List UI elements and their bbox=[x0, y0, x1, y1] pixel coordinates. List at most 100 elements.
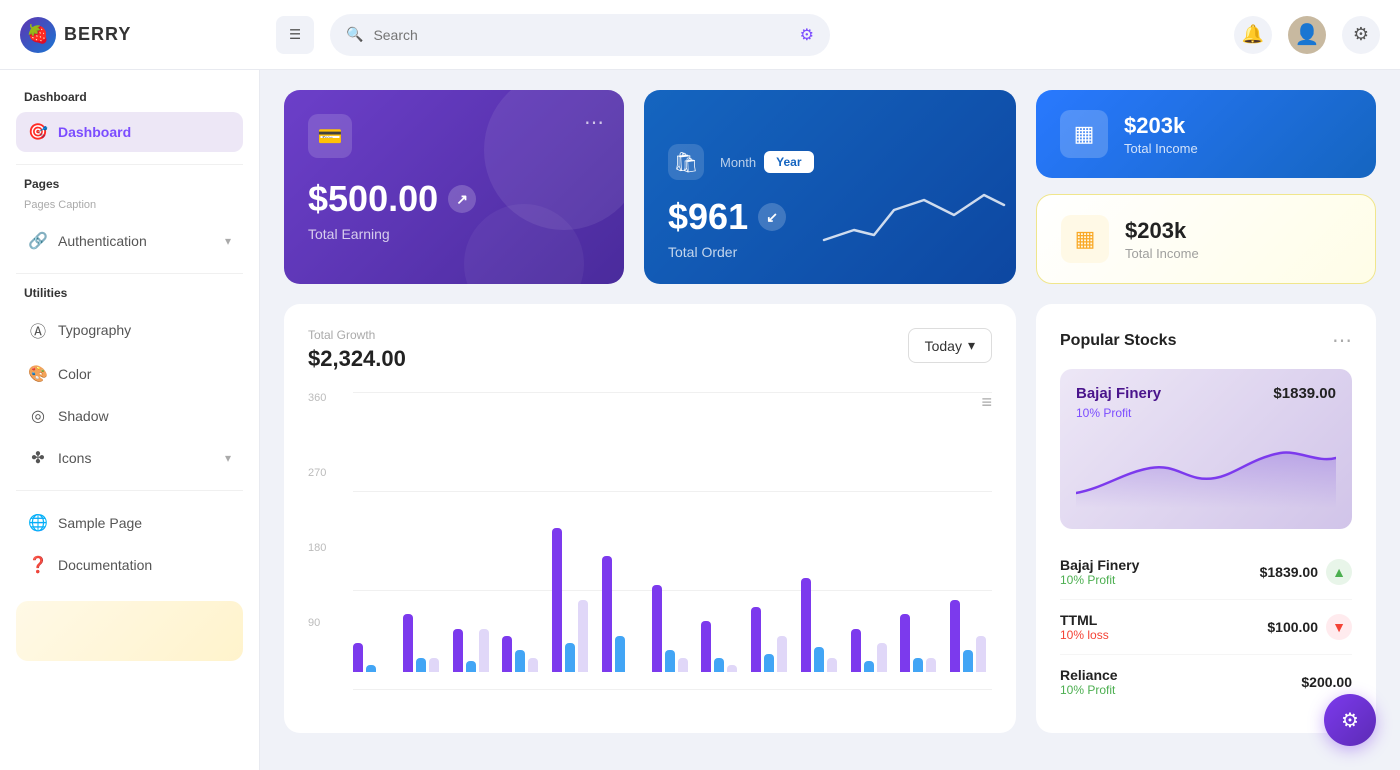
sidebar-divider-1 bbox=[16, 164, 243, 165]
sidebar-item-authentication[interactable]: 🔗 Authentication ▾ bbox=[16, 221, 243, 261]
bar-blue bbox=[714, 658, 724, 672]
bar-lavender bbox=[877, 643, 887, 672]
bar-group bbox=[552, 528, 594, 672]
down-arrow-icon: ↙ bbox=[758, 203, 786, 231]
income-yellow-label: Total Income bbox=[1125, 246, 1199, 261]
sidebar-divider-2 bbox=[16, 273, 243, 274]
chevron-down-icon: ▾ bbox=[225, 451, 231, 465]
shadow-icon: ◎ bbox=[28, 406, 48, 426]
bar-lavender bbox=[578, 600, 588, 672]
bar-lavender bbox=[827, 658, 837, 672]
sidebar-item-documentation[interactable]: ❓ Documentation bbox=[16, 545, 243, 585]
today-button[interactable]: Today ▾ bbox=[908, 328, 992, 363]
avatar[interactable]: 👤 bbox=[1288, 16, 1326, 54]
settings-button[interactable]: ⚙ bbox=[1342, 16, 1380, 54]
sidebar-item-color[interactable]: 🎨 Color bbox=[16, 354, 243, 394]
bar-blue bbox=[864, 661, 874, 672]
earning-amount: $500.00 ↗ bbox=[308, 178, 600, 220]
menu-icon: ☰ bbox=[289, 27, 301, 43]
income-yellow-amount: $203k bbox=[1125, 218, 1199, 244]
stock-list-item: Reliance 10% Profit $200.00 bbox=[1060, 655, 1352, 709]
bar-group bbox=[652, 585, 694, 672]
main-content: 💳 ⋯ $500.00 ↗ Total Earning 🛍 Month Year bbox=[260, 70, 1400, 770]
sidebar-pages-caption: Pages Caption bbox=[16, 199, 243, 211]
color-icon: 🎨 bbox=[28, 364, 48, 384]
search-input[interactable] bbox=[373, 27, 789, 43]
menu-button[interactable]: ☰ bbox=[276, 16, 314, 54]
year-tab-button[interactable]: Year bbox=[764, 151, 813, 173]
featured-stock-price: $1839.00 bbox=[1273, 385, 1336, 402]
earning-label: Total Earning bbox=[308, 226, 600, 242]
chevron-down-icon: ▾ bbox=[225, 234, 231, 248]
bar-group bbox=[851, 629, 893, 672]
bar-blue bbox=[565, 643, 575, 672]
order-wave-chart bbox=[814, 180, 1014, 260]
bar-group bbox=[801, 578, 843, 672]
bar-group bbox=[950, 600, 992, 672]
bar-lavender bbox=[777, 636, 787, 672]
dashboard-icon: 🎯 bbox=[28, 122, 48, 142]
fab-icon: ⚙ bbox=[1341, 708, 1359, 733]
sidebar-item-label: Sample Page bbox=[58, 515, 142, 531]
sidebar-divider-3 bbox=[16, 490, 243, 491]
sidebar-item-typography[interactable]: Ⓐ Typography bbox=[16, 308, 243, 352]
bar-lavender bbox=[678, 658, 688, 672]
sidebar: Dashboard 🎯 Dashboard Pages Pages Captio… bbox=[0, 70, 260, 770]
bar-purple bbox=[602, 556, 612, 672]
bar-blue bbox=[515, 650, 525, 672]
month-label: Month bbox=[720, 155, 756, 170]
notification-button[interactable]: 🔔 bbox=[1234, 16, 1272, 54]
sidebar-item-dashboard[interactable]: 🎯 Dashboard bbox=[16, 112, 243, 152]
stocks-menu-icon[interactable]: ⋯ bbox=[1332, 328, 1352, 353]
bar-lavender bbox=[727, 665, 737, 672]
bar-blue bbox=[615, 636, 625, 672]
bar-blue bbox=[814, 647, 824, 672]
sidebar-item-sample-page[interactable]: 🌐 Sample Page bbox=[16, 503, 243, 543]
bar-group bbox=[453, 629, 495, 672]
income-blue-icon: ▦ bbox=[1060, 110, 1108, 158]
down-badge-icon: ▼ bbox=[1326, 614, 1352, 640]
sidebar-item-shadow[interactable]: ◎ Shadow bbox=[16, 396, 243, 436]
bar-lavender bbox=[479, 629, 489, 672]
up-badge-icon: ▲ bbox=[1326, 559, 1352, 585]
bar-blue bbox=[963, 650, 973, 672]
chart-area: ≡ 360 270 180 90 bbox=[308, 392, 992, 692]
bar-purple bbox=[652, 585, 662, 672]
stock-mini-chart bbox=[1076, 428, 1336, 508]
filter-icon[interactable]: ⚙ bbox=[800, 25, 814, 45]
bar-purple bbox=[502, 636, 512, 672]
bar-purple bbox=[453, 629, 463, 672]
earning-card-menu[interactable]: ⋯ bbox=[584, 110, 604, 135]
order-tabs: 🛍 Month Year bbox=[668, 144, 814, 180]
auth-icon: 🔗 bbox=[28, 231, 48, 251]
sidebar-item-label: Dashboard bbox=[58, 124, 131, 140]
logo-area: 🍓 BERRY bbox=[20, 17, 260, 53]
income-blue-amount: $203k bbox=[1124, 113, 1198, 139]
bar-purple bbox=[801, 578, 811, 672]
bar-blue bbox=[913, 658, 923, 672]
typography-icon: Ⓐ bbox=[28, 318, 48, 342]
search-bar: 🔍 ⚙ bbox=[330, 14, 830, 56]
income-blue-card: ▦ $203k Total Income bbox=[1036, 90, 1376, 178]
sidebar-item-icons[interactable]: ✤ Icons ▾ bbox=[16, 438, 243, 478]
bar-purple bbox=[552, 528, 562, 672]
order-card: 🛍 Month Year $961 ↙ Total Order bbox=[644, 90, 1016, 284]
fab-button[interactable]: ⚙ bbox=[1324, 694, 1376, 746]
growth-chart-card: Total Growth $2,324.00 Today ▾ ≡ 360 270… bbox=[284, 304, 1016, 733]
logo-icon: 🍓 bbox=[20, 17, 56, 53]
bar-group bbox=[900, 614, 942, 672]
featured-stock-profit: 10% Profit bbox=[1076, 406, 1336, 420]
bar-blue bbox=[366, 665, 376, 672]
bar-purple bbox=[751, 607, 761, 672]
stock-list-item: Bajaj Finery 10% Profit $1839.00 ▲ bbox=[1060, 545, 1352, 600]
bar-purple bbox=[851, 629, 861, 672]
search-icon: 🔍 bbox=[346, 26, 363, 43]
up-arrow-icon: ↗ bbox=[448, 185, 476, 213]
logo-text: BERRY bbox=[64, 24, 131, 45]
icons-icon: ✤ bbox=[28, 448, 48, 468]
bar-group bbox=[502, 636, 544, 672]
bar-group bbox=[751, 607, 793, 672]
sidebar-item-label: Documentation bbox=[58, 557, 152, 573]
chart-title: Total Growth bbox=[308, 328, 406, 342]
bar-lavender bbox=[976, 636, 986, 672]
